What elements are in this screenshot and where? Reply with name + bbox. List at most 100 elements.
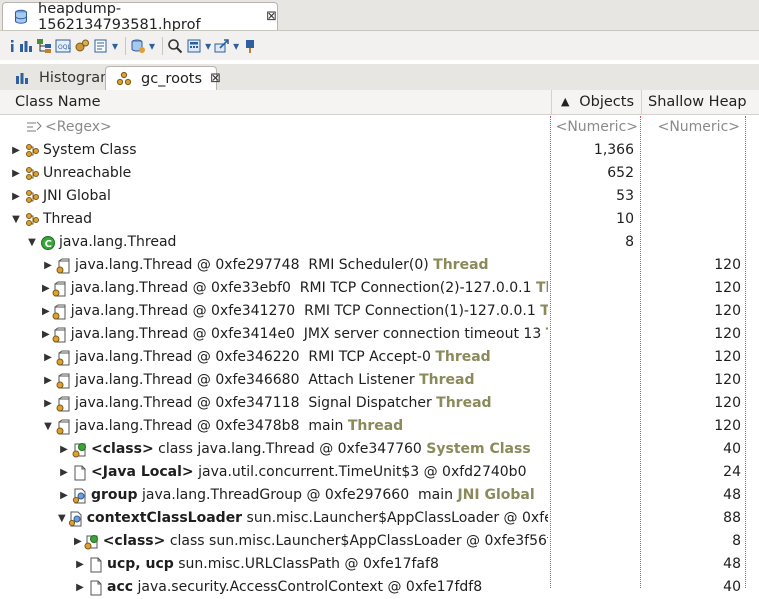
- gears-icon[interactable]: [74, 37, 90, 55]
- row-name-cell: ▶ java.lang.Thread @ 0xfe3414e0 JMX serve…: [42, 323, 548, 346]
- table-row[interactable]: ▼ Thread 10: [0, 208, 759, 231]
- row-name-cell: ▶ <class> class sun.misc.Launcher$AppClas…: [74, 530, 548, 553]
- row-tag: Thread: [419, 372, 475, 388]
- toolbar-separator: [125, 36, 127, 55]
- collapsed-icon[interactable]: ▶: [10, 162, 22, 185]
- search-icon[interactable]: [167, 37, 183, 55]
- row-shallow-heap: [641, 139, 741, 162]
- table-row[interactable]: ▶ java.lang.Thread @ 0xfe3414e0 JMX serve…: [0, 323, 759, 346]
- row-shallow-heap: [641, 185, 741, 208]
- group-icon: [24, 143, 40, 159]
- table-row[interactable]: ▶ java.lang.Thread @ 0xfe346680 Attach Li…: [0, 369, 759, 392]
- column-shallow-heap[interactable]: Shallow Heap: [641, 90, 759, 114]
- query-browser-icon[interactable]: [130, 37, 146, 55]
- row-objects: 53: [616, 188, 634, 204]
- collapsed-icon[interactable]: ▶: [42, 254, 54, 277]
- table-row[interactable]: ▼ Cjava.lang.Thread 8: [0, 231, 759, 254]
- expanded-icon[interactable]: ▼: [26, 231, 38, 254]
- expanded-icon[interactable]: ▼: [10, 208, 22, 231]
- row-objects: [551, 415, 634, 438]
- row-name-cell: ▶ Unreachable: [10, 162, 548, 185]
- collapsed-icon[interactable]: ▶: [74, 530, 82, 553]
- row-shallow-heap: 120: [714, 326, 741, 342]
- histogram-icon[interactable]: [19, 37, 33, 55]
- oql-icon[interactable]: OQL: [55, 37, 71, 55]
- tab-histogram-label: Histogram: [39, 70, 115, 86]
- chevron-down-icon[interactable]: ▾: [112, 37, 118, 55]
- row-shallow-heap: 120: [714, 303, 741, 319]
- table-row[interactable]: ▶ group java.lang.ThreadGroup @ 0xfe29766…: [0, 484, 759, 507]
- table-row[interactable]: ▼ contextClassLoader sun.misc.Launcher$Ap…: [0, 507, 759, 530]
- table-row[interactable]: ▶ java.lang.Thread @ 0xfe33ebf0 RMI TCP C…: [0, 277, 759, 300]
- close-icon[interactable]: ⊠: [266, 9, 277, 24]
- collapsed-icon[interactable]: ▶: [42, 392, 54, 415]
- expanded-icon[interactable]: ▼: [58, 507, 66, 530]
- row-label: <class> class sun.misc.Launcher$AppClass…: [103, 530, 548, 553]
- row-text: java.lang.Thread @ 0xfe347118 Signal Dis…: [75, 395, 437, 411]
- collapsed-icon[interactable]: ▶: [58, 438, 70, 461]
- table-row[interactable]: ▶ java.lang.Thread @ 0xfe297748 RMI Sched…: [0, 254, 759, 277]
- pin-icon[interactable]: [242, 37, 258, 55]
- collapsed-icon[interactable]: ▶: [74, 553, 86, 576]
- collapsed-icon[interactable]: ▶: [42, 369, 54, 392]
- table-row[interactable]: ▶ ucp, ucp sun.misc.URLClassPath @ 0xfe17…: [0, 553, 759, 576]
- row-shallow-heap: [641, 208, 741, 231]
- row-objects: [551, 392, 634, 415]
- chevron-down-icon[interactable]: ▾: [149, 37, 155, 55]
- row-text: java.lang.Thread @ 0xfe3478b8 main: [75, 418, 348, 434]
- table-row[interactable]: ▶ Unreachable 652: [0, 162, 759, 185]
- editor-tab-title: heapdump-1562134793581.hprof: [38, 0, 201, 33]
- table-row[interactable]: ▶ <Java Local> java.util.concurrent.TimeU…: [0, 461, 759, 484]
- row-tag: Thread: [435, 349, 491, 365]
- collapsed-icon[interactable]: ▶: [10, 185, 22, 208]
- row-name-cell: ▶ JNI Global: [10, 185, 548, 208]
- collapsed-icon[interactable]: ▶: [10, 139, 22, 162]
- info-icon[interactable]: [8, 37, 16, 55]
- reports-icon[interactable]: [93, 37, 109, 55]
- editor-tab-heapdump[interactable]: heapdump-1562134793581.hprof ⊠: [2, 0, 278, 33]
- chevron-down-icon[interactable]: ▾: [205, 37, 211, 55]
- table-row[interactable]: ▶ <class> class sun.misc.Launcher$AppClas…: [0, 530, 759, 553]
- row-label: JNI Global: [43, 185, 111, 208]
- collapsed-icon[interactable]: ▶: [42, 277, 50, 300]
- toolbar: OQL ▾ ▾ ▾ ▾: [0, 31, 759, 60]
- table-row[interactable]: ▶ System Class 1,366: [0, 139, 759, 162]
- table-row[interactable]: ▶ <class> class java.lang.Thread @ 0xfe34…: [0, 438, 759, 461]
- close-icon[interactable]: ⊠: [210, 71, 221, 86]
- row-text: java.lang.Thread @ 0xfe297748 RMI Schedu…: [75, 257, 434, 273]
- row-shallow-heap: 8: [732, 533, 741, 549]
- table-row[interactable]: ▶ java.lang.Thread @ 0xfe341270 RMI TCP C…: [0, 300, 759, 323]
- table-row[interactable]: ▶ JNI Global 53: [0, 185, 759, 208]
- collapsed-icon[interactable]: ▶: [42, 323, 50, 346]
- chevron-down-icon[interactable]: ▾: [233, 37, 239, 55]
- row-shallow-heap: 120: [714, 418, 741, 434]
- gc-roots-icon: [116, 71, 132, 87]
- collapsed-icon[interactable]: ▶: [42, 300, 50, 323]
- collapsed-icon[interactable]: ▶: [58, 461, 70, 484]
- table-row[interactable]: ▶ java.lang.Thread @ 0xfe346220 RMI TCP A…: [0, 346, 759, 369]
- group-icon: [24, 189, 40, 205]
- collapsed-icon[interactable]: ▶: [42, 346, 54, 369]
- filter-name-cell[interactable]: <Regex>: [24, 116, 112, 139]
- table-row[interactable]: ▼ java.lang.Thread @ 0xfe3478b8 main Thre…: [0, 415, 759, 438]
- row-text: java.util.concurrent.TimeUnit$3 @ 0xfd27…: [193, 464, 527, 480]
- row-shallow-heap: 120: [714, 395, 741, 411]
- row-tag: Thread: [347, 418, 404, 434]
- thread-icon: [56, 396, 72, 412]
- dominator-tree-icon[interactable]: [36, 37, 52, 55]
- column-objects[interactable]: ▲ Objects: [551, 90, 640, 114]
- numeric-filter-objects[interactable]: <Numeric>: [555, 116, 638, 139]
- expanded-icon[interactable]: ▼: [42, 415, 54, 438]
- tab-histogram[interactable]: Histogram: [4, 66, 114, 90]
- table-row[interactable]: ▶ java.lang.Thread @ 0xfe347118 Signal Di…: [0, 392, 759, 415]
- column-class-name[interactable]: Class Name: [15, 90, 101, 114]
- collapsed-icon[interactable]: ▶: [58, 484, 70, 507]
- row-text: java.lang.Thread @ 0xfe346220 RMI TCP Ac…: [75, 349, 436, 365]
- export-icon[interactable]: [214, 37, 230, 55]
- row-objects: [551, 277, 634, 300]
- numeric-filter-heap[interactable]: <Numeric>: [641, 116, 740, 139]
- row-text: JNI Global: [43, 188, 111, 204]
- tab-gc-roots[interactable]: gc_roots ⊠: [105, 66, 221, 90]
- row-text: sun.misc.Launcher$AppClassLoader @ 0xfe2…: [242, 510, 548, 526]
- calculator-icon[interactable]: [186, 37, 202, 55]
